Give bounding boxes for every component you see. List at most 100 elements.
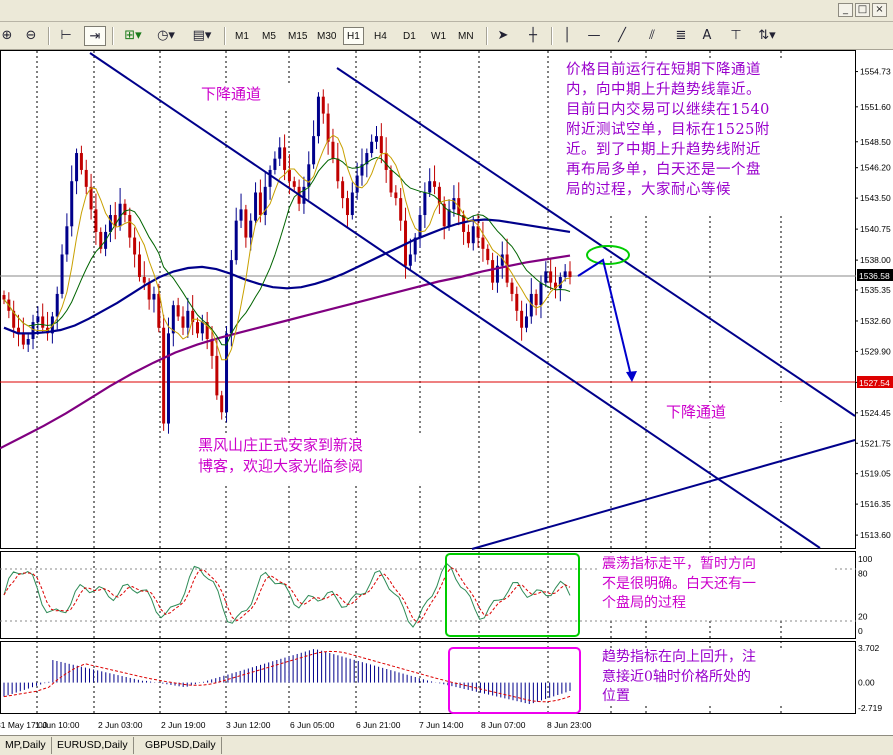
price-tick-label: 1548.50 (860, 137, 891, 147)
price-tick-label: 1513.60 (860, 530, 891, 540)
autoscroll-icon[interactable]: ⇥ (84, 26, 106, 46)
candle-body (60, 254, 64, 294)
time-axis: 31 May 17:001 Jun 10:00 2 Jun 03:00 2 Jun … (0, 720, 592, 730)
crosshair-icon[interactable]: ┼ (524, 26, 542, 46)
analysis-line: 内，向中期上升趋势线靠近。 (566, 82, 761, 98)
templates-icon[interactable]: ▤▾ (188, 26, 216, 46)
periods-icon[interactable]: ◷▾ (152, 26, 180, 46)
time-label: 3 Jun 12:00 (226, 720, 271, 730)
tab-chart-1[interactable]: MP,Daily (0, 737, 52, 754)
candle-body (108, 215, 112, 232)
macd-axis: 3.702 0.00 -2.719 (858, 643, 882, 713)
candle-body (423, 192, 427, 216)
candle-body (452, 198, 456, 210)
timeframe-w1[interactable]: W1 (427, 27, 450, 45)
analysis-line: 局的过程，大家耐心等候 (566, 182, 731, 198)
oscillator-tick-label: 0 (858, 626, 863, 636)
time-label: 8 Jun 23:00 (547, 720, 592, 730)
timeframe-h4[interactable]: H4 (370, 27, 391, 45)
timeframe-m30[interactable]: M30 (313, 27, 340, 45)
price-tick-label: 1543.50 (860, 193, 891, 203)
price-tick-label: 1529.90 (860, 346, 891, 356)
candle-body (123, 203, 127, 216)
blog-note: 黑风山庄正式安家到新浪 博客，欢迎大家光临参阅 (195, 435, 461, 483)
minimize-button[interactable]: _ (838, 3, 853, 17)
timeframe-m15[interactable]: M15 (284, 27, 311, 45)
candle-body (258, 192, 262, 216)
candle-body (142, 277, 146, 283)
oscillator-tick-label: 100 (858, 554, 872, 564)
tab-chart-3[interactable]: GBPUSD,Daily (140, 737, 222, 754)
tab-chart-2[interactable]: EURUSD,Daily (52, 737, 134, 754)
maximize-button[interactable]: □ (855, 3, 870, 17)
candle-body (510, 282, 514, 294)
time-label: 1 Jun 10:00 (35, 720, 80, 730)
candle-body (394, 192, 398, 199)
candle-body (84, 169, 88, 187)
cursor-icon[interactable]: ➤ (494, 26, 512, 46)
candle-body (133, 237, 137, 255)
candle-body (287, 169, 291, 182)
candle-body (65, 226, 69, 255)
close-button[interactable]: × (872, 3, 887, 17)
text-label-icon[interactable]: ⊤ (728, 26, 744, 46)
vertical-line-icon[interactable]: │ (561, 26, 573, 46)
candle-body (128, 215, 132, 238)
arrows-icon[interactable]: ⇅▾ (756, 26, 778, 46)
candle-body (505, 254, 509, 283)
candle-body (94, 209, 98, 232)
equidistant-channel-icon[interactable]: ⫽ (643, 26, 661, 46)
toolbar-separator (486, 27, 488, 45)
oscillator-tick-label: 80 (858, 568, 868, 578)
text-tool-icon[interactable]: A (700, 26, 714, 46)
oscillator-line: 个盘局的过程 (602, 595, 686, 611)
candle-body (408, 254, 412, 266)
macd-tick-label: -2.719 (858, 703, 882, 713)
trend-note: 趋势指标在向上回升，注 意接近0轴时价格所处的 位置 (598, 648, 834, 706)
down-channel-label-1: 下降通道 (198, 83, 316, 111)
candle-body (350, 192, 354, 216)
zoom-out-icon[interactable]: ⊖ (22, 26, 40, 46)
chart-toolbar: ⊕ ⊖ ⊢ ⇥ ⊞▾ ◷▾ ▤▾ M1 M5 M15 M30 H1 H4 D1 … (0, 22, 893, 50)
candle-body (36, 316, 40, 323)
trendline-icon[interactable]: ╱ (614, 26, 630, 46)
candle-body (166, 333, 170, 424)
toolbar-separator (551, 27, 553, 45)
candle-body (486, 248, 490, 261)
candle-body (418, 215, 422, 238)
candle-body (326, 113, 330, 142)
trend-line: 趋势指标在向上回升，注 (602, 649, 756, 665)
candle-body (292, 181, 296, 187)
candle-body (147, 282, 151, 300)
candle-body (491, 260, 495, 283)
price-tick-label: 1524.45 (860, 408, 891, 418)
time-label: 6 Jun 21:00 (356, 720, 401, 730)
timeframe-d1[interactable]: D1 (399, 27, 420, 45)
candle-body (544, 271, 548, 283)
chart-shift-icon[interactable]: ⊢ (56, 26, 76, 46)
time-label: 8 Jun 07:00 (481, 720, 526, 730)
time-label: 7 Jun 14:00 (419, 720, 464, 730)
candle-body (524, 316, 528, 328)
timeframe-m5[interactable]: M5 (258, 27, 280, 45)
macd-tick-label: 0.00 (858, 678, 875, 688)
candle-body (307, 164, 311, 187)
zoom-in-icon[interactable]: ⊕ (0, 26, 14, 46)
candle-body (428, 181, 432, 193)
indicators-icon[interactable]: ⊞▾ (120, 26, 146, 46)
candle-body (2, 295, 6, 300)
timeframe-h1[interactable]: H1 (343, 27, 364, 45)
fibonacci-icon[interactable]: ≣ (672, 26, 690, 46)
candle-body (186, 310, 190, 328)
candle-body (471, 226, 475, 244)
candle-body (520, 310, 524, 328)
time-label: 6 Jun 05:00 (290, 720, 335, 730)
timeframe-mn[interactable]: MN (454, 27, 478, 45)
candle-body (379, 136, 383, 154)
timeframe-m1[interactable]: M1 (231, 27, 253, 45)
candle-body (370, 141, 374, 154)
candle-body (176, 305, 180, 317)
horizontal-line-icon[interactable]: — (586, 26, 602, 46)
candle-body (534, 293, 538, 306)
analysis-note: 价格目前运行在短期下降通道 内，向中期上升趋势线靠近。 目前日内交易可以继续在1… (562, 60, 844, 216)
